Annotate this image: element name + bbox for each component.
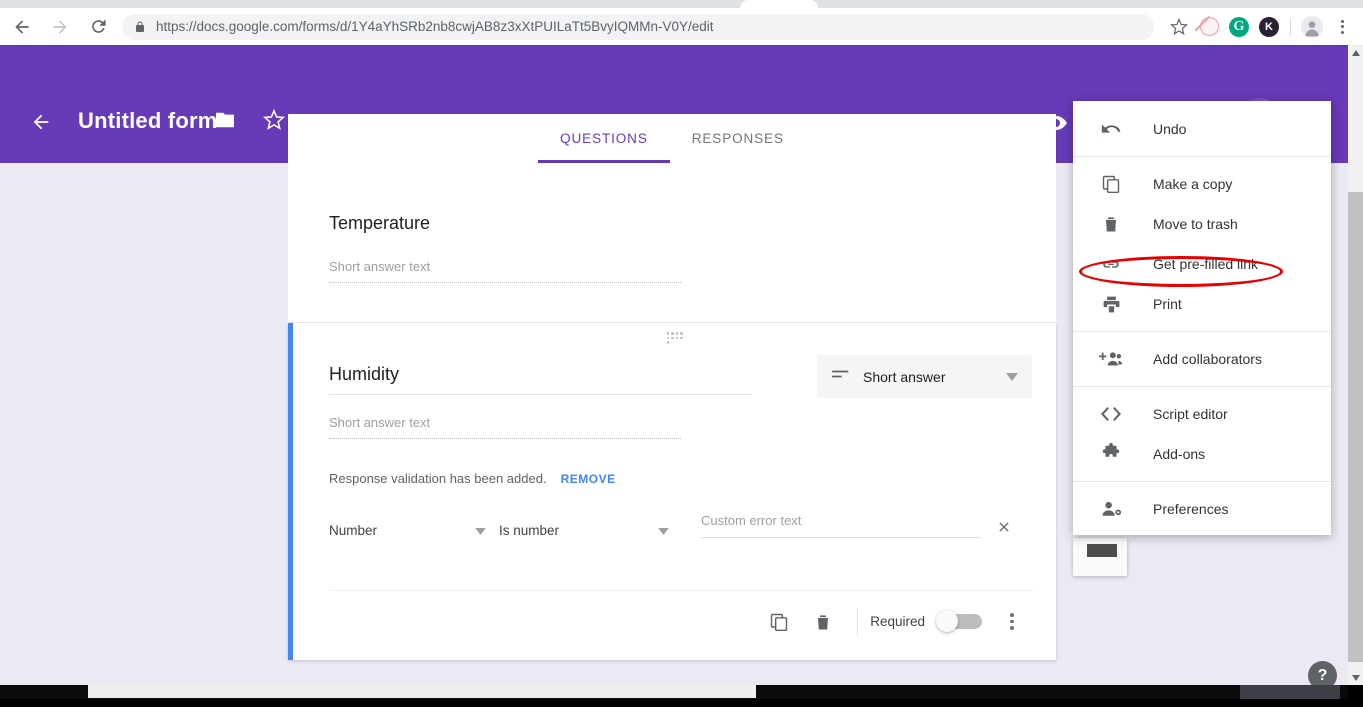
- chrome-kebab-menu-icon[interactable]: [1327, 12, 1357, 42]
- profile-icon[interactable]: [1297, 12, 1327, 42]
- validation-condition-select[interactable]: Is number: [499, 513, 669, 547]
- duplicate-icon[interactable]: [757, 600, 801, 644]
- copy-icon: [1099, 172, 1123, 196]
- vertical-scrollbar-thumb[interactable]: [1348, 192, 1363, 662]
- menu-divider: [1073, 331, 1331, 332]
- chevron-down-icon: [1006, 368, 1018, 386]
- browser-active-tab[interactable]: [740, 0, 818, 8]
- menu-item-add-collaborators[interactable]: Add collaborators: [1073, 339, 1331, 379]
- puzzle-icon: [1099, 442, 1123, 466]
- question-type-select[interactable]: Short answer: [817, 355, 1032, 398]
- menu-item-make-a-copy[interactable]: Make a copy: [1073, 164, 1331, 204]
- validation-datatype-label: Number: [329, 523, 475, 538]
- forms-tabs: QUESTIONS RESPONSES: [288, 114, 1056, 163]
- taskbar-block: [1240, 685, 1340, 699]
- drag-handle-icon[interactable]: [667, 332, 683, 344]
- trash-icon[interactable]: [801, 600, 845, 644]
- validation-note-text: Response validation has been added.: [329, 471, 547, 486]
- required-toggle[interactable]: [938, 614, 982, 629]
- forward-arrow-icon[interactable]: [44, 11, 76, 43]
- undo-icon: [1099, 117, 1123, 141]
- forms-back-arrow-icon[interactable]: [26, 107, 56, 137]
- short-answer-placeholder: Short answer text: [329, 259, 681, 283]
- question-type-label: Short answer: [863, 369, 1006, 385]
- trash-icon: [1099, 212, 1123, 236]
- question-card-temperature[interactable]: Temperature Short answer text: [288, 163, 1056, 322]
- grammarly-glyph: G: [1229, 17, 1249, 37]
- url-text: https://docs.google.com/forms/d/1Y4aYhSR…: [156, 19, 714, 34]
- menu-item-print[interactable]: Print: [1073, 284, 1331, 324]
- question-title[interactable]: Temperature: [329, 213, 430, 234]
- tab-questions[interactable]: QUESTIONS: [538, 114, 670, 163]
- required-label: Required: [870, 614, 925, 629]
- browser-toolbar: https://docs.google.com/forms/d/1Y4aYhSR…: [0, 8, 1363, 45]
- menu-divider: [1073, 156, 1331, 157]
- close-icon[interactable]: [992, 515, 1016, 539]
- menu-item-label: Script editor: [1153, 406, 1228, 422]
- tab-responses[interactable]: RESPONSES: [670, 114, 806, 163]
- validation-datatype-select[interactable]: Number: [329, 513, 486, 547]
- add-people-icon: [1099, 347, 1123, 371]
- scroll-down-arrow-icon[interactable]: [1348, 670, 1363, 685]
- menu-item-undo[interactable]: Undo: [1073, 109, 1331, 149]
- blocked-extension-icon[interactable]: [1194, 12, 1224, 42]
- menu-item-label: Add-ons: [1153, 446, 1205, 462]
- chevron-down-icon: [475, 523, 486, 538]
- question-title-input[interactable]: Humidity: [329, 364, 752, 395]
- menu-divider: [1073, 386, 1331, 387]
- validation-note: Response validation has been added. REMO…: [329, 471, 616, 486]
- toolbar-divider: [1290, 18, 1291, 36]
- menu-item-label: Preferences: [1153, 501, 1228, 517]
- vertical-scrollbar[interactable]: [1348, 45, 1363, 685]
- menu-item-label: Move to trash: [1153, 216, 1238, 232]
- validation-condition-label: Is number: [499, 523, 658, 538]
- footer-divider: [857, 608, 858, 636]
- browser-window: https://docs.google.com/forms/d/1Y4aYhSR…: [0, 0, 1363, 707]
- back-arrow-icon[interactable]: [6, 11, 38, 43]
- horizontal-scrollbar-thumb[interactable]: [88, 685, 756, 698]
- menu-item-preferences[interactable]: Preferences: [1073, 489, 1331, 529]
- forms-more-menu: Undo Make a copy Move to trash Get pre-f…: [1073, 101, 1331, 535]
- folder-icon[interactable]: [214, 111, 236, 134]
- print-icon: [1099, 292, 1123, 316]
- menu-divider: [1073, 481, 1331, 482]
- omnibar-actions: G K: [1164, 12, 1363, 42]
- lock-icon: [134, 20, 146, 34]
- menu-item-move-to-trash[interactable]: Move to trash: [1073, 204, 1331, 244]
- question-card-footer: Required: [329, 590, 1034, 652]
- browser-tab-strip: [0, 0, 1363, 8]
- menu-item-script-editor[interactable]: Script editor: [1073, 394, 1331, 434]
- menu-item-label: Print: [1153, 296, 1182, 312]
- obscured-floating-panel: [1073, 538, 1127, 576]
- k-extension-icon[interactable]: K: [1254, 12, 1284, 42]
- address-bar[interactable]: https://docs.google.com/forms/d/1Y4aYhSR…: [122, 14, 1154, 40]
- question-card-humidity[interactable]: Humidity Short answer text Short answer …: [288, 323, 1056, 660]
- custom-error-text-input[interactable]: Custom error text: [701, 513, 981, 538]
- grammarly-extension-icon[interactable]: G: [1224, 12, 1254, 42]
- link-icon: [1099, 252, 1123, 276]
- validation-row: Number Is number Custom error text: [329, 513, 1019, 547]
- chevron-down-icon: [658, 523, 669, 538]
- star-icon[interactable]: [1164, 12, 1194, 42]
- short-answer-placeholder: Short answer text: [329, 415, 681, 439]
- menu-item-label: Undo: [1153, 121, 1186, 137]
- menu-item-label: Get pre-filled link: [1153, 256, 1258, 272]
- scroll-up-arrow-icon[interactable]: [1348, 45, 1363, 60]
- menu-item-label: Make a copy: [1153, 176, 1232, 192]
- star-icon[interactable]: [263, 109, 285, 136]
- horizontal-scrollbar[interactable]: [0, 685, 1363, 707]
- person-gear-icon: [1099, 497, 1123, 521]
- page-title[interactable]: Untitled form: [78, 108, 217, 134]
- code-icon: [1099, 402, 1123, 426]
- remove-validation-link[interactable]: REMOVE: [561, 472, 616, 486]
- menu-item-label: Add collaborators: [1153, 351, 1262, 367]
- question-more-menu-icon[interactable]: [990, 600, 1034, 644]
- k-glyph: K: [1259, 17, 1279, 37]
- menu-item-add-ons[interactable]: Add-ons: [1073, 434, 1331, 474]
- header-shadow: [0, 45, 1348, 47]
- short-answer-icon: [831, 367, 851, 386]
- menu-item-get-pre-filled-link[interactable]: Get pre-filled link: [1073, 244, 1331, 284]
- reload-icon[interactable]: [82, 11, 114, 43]
